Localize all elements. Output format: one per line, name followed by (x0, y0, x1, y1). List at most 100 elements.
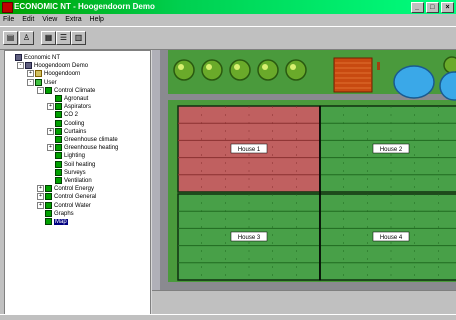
app-window: ECONOMIC NT - Hoogendoorn Demo _ □ × Fil… (0, 0, 456, 320)
tree-item-label: Aspirators (64, 104, 92, 111)
tree-highlight (206, 64, 212, 70)
tree-item-label: Control General (54, 194, 97, 201)
map-path-left (160, 50, 168, 290)
expand-icon[interactable]: + (37, 193, 44, 201)
tree-item-label: Economic NT (24, 55, 61, 62)
tree-item-label: Curtains (64, 128, 87, 135)
item-icon (45, 201, 52, 209)
tree-item[interactable]: - User (27, 78, 57, 86)
tree-highlight (290, 64, 296, 70)
tree-item-label: Cooling (64, 120, 85, 127)
item-icon (55, 103, 62, 111)
tree-item[interactable]: + Control Water (37, 201, 91, 209)
menu-file[interactable]: File (0, 14, 17, 26)
title-bar[interactable]: ECONOMIC NT - Hoogendoorn Demo _ □ × (0, 0, 456, 14)
menu-extra[interactable]: Extra (62, 14, 84, 26)
tree-highlight (234, 64, 240, 70)
tree-icon (201, 59, 223, 81)
tree-item-label: Ventilation (64, 178, 92, 185)
tree-item[interactable]: + Control Energy (37, 185, 94, 192)
tree-icon (257, 59, 279, 81)
grid-tool-button[interactable]: ▥ (71, 31, 86, 45)
item-icon (45, 193, 52, 201)
house-label: House 1 (238, 147, 261, 153)
house-label: House 3 (238, 235, 261, 241)
item-icon (55, 119, 62, 127)
tree-item-label: Control Energy (54, 186, 95, 193)
window-title: ECONOMIC NT - Hoogendoorn Demo (14, 2, 155, 11)
tree-icon (285, 59, 307, 81)
tree-item[interactable]: Greenhouse climate (47, 136, 118, 143)
menu-view[interactable]: View (39, 14, 60, 26)
tree-icon (173, 59, 195, 81)
collapse-icon[interactable]: - (37, 86, 44, 94)
user-icon (35, 78, 42, 86)
tree-item[interactable]: + Aspirators (47, 103, 91, 110)
minimize-button[interactable]: _ (410, 2, 424, 13)
maximize-button[interactable]: □ (425, 2, 439, 13)
item-icon (55, 168, 62, 176)
status-bar (0, 314, 456, 320)
tree-item[interactable]: - Hoogendoorn Demo (17, 62, 88, 69)
list-tool-button[interactable]: ☰ (56, 31, 71, 45)
item-icon (55, 144, 62, 152)
item-icon (55, 127, 62, 135)
tree-item[interactable]: + Curtains (47, 127, 87, 135)
item-icon (45, 209, 52, 217)
tree-item[interactable]: Ventilation (47, 177, 92, 184)
toolbar: ▤ ♙ ▦ ☰ ▥ (0, 26, 456, 50)
tree-item[interactable]: Economic NT (7, 54, 60, 61)
tree-item[interactable]: + Control General (37, 193, 96, 200)
item-icon (55, 160, 62, 168)
close-button[interactable]: × (441, 2, 454, 13)
tree-item-label: Control Water (54, 202, 91, 209)
item-icon (45, 218, 52, 225)
tree-item[interactable]: Soil heating (47, 160, 96, 168)
tree-item[interactable]: CO 2 (47, 111, 78, 118)
expand-icon[interactable]: + (47, 127, 54, 135)
collapse-icon[interactable]: - (17, 62, 24, 70)
greenhouse-map: House 1 House 2 House 3 House 4 (160, 50, 456, 290)
save-tool-button[interactable]: ▤ (3, 31, 18, 45)
tree-item[interactable]: Map (37, 218, 68, 226)
tree-item-label: Agronaut (64, 96, 89, 103)
item-icon (55, 136, 62, 143)
app-icon[interactable] (2, 2, 13, 13)
tree-item[interactable]: + Hoogendoorn (27, 70, 80, 77)
tree-item[interactable]: Surveys (47, 168, 86, 176)
tree-item-label: Soil heating (64, 161, 96, 168)
pond-icon (393, 65, 435, 99)
expand-icon[interactable]: + (47, 103, 54, 111)
menu-edit[interactable]: Edit (19, 14, 37, 26)
tree-item[interactable]: + Greenhouse heating (47, 144, 118, 151)
tree-highlight (262, 64, 268, 70)
tree-item-label: Map (54, 219, 68, 226)
expand-icon[interactable]: + (37, 201, 44, 209)
map-bottom-area (152, 290, 456, 315)
tree-item[interactable]: Agronaut (47, 95, 88, 102)
collapse-icon[interactable]: - (27, 78, 34, 86)
tree-item-label: CO 2 (64, 112, 79, 119)
tree-item-label: Graphs (54, 210, 74, 217)
post-icon (377, 62, 380, 70)
tree-item-label: User (44, 79, 57, 86)
tree-tool-button[interactable]: ▦ (41, 31, 56, 45)
item-icon (55, 95, 62, 102)
tree-item[interactable]: Cooling (47, 119, 85, 127)
pc-icon (25, 62, 32, 70)
item-icon (55, 177, 62, 184)
map-path-bottom (166, 282, 456, 290)
tree-item-label: Greenhouse heating (64, 145, 119, 152)
expand-icon[interactable]: + (47, 144, 54, 152)
expand-icon[interactable]: + (27, 70, 34, 78)
tree-item[interactable]: - Control Climate (37, 86, 95, 94)
user-tool-button[interactable]: ♙ (19, 31, 34, 45)
tree-panel[interactable]: Economic NT - Hoogendoorn Demo + Hoogendoorn… (4, 50, 152, 316)
tree-item-label: Surveys (64, 169, 86, 176)
menu-help[interactable]: Help (87, 14, 107, 26)
house-label: House 2 (380, 147, 403, 153)
tree-item[interactable]: Graphs (37, 209, 74, 217)
map-panel[interactable]: House 1 House 2 House 3 House 4 (152, 50, 456, 290)
expand-icon[interactable]: + (37, 185, 44, 193)
tree-item[interactable]: Lighting (47, 152, 85, 159)
